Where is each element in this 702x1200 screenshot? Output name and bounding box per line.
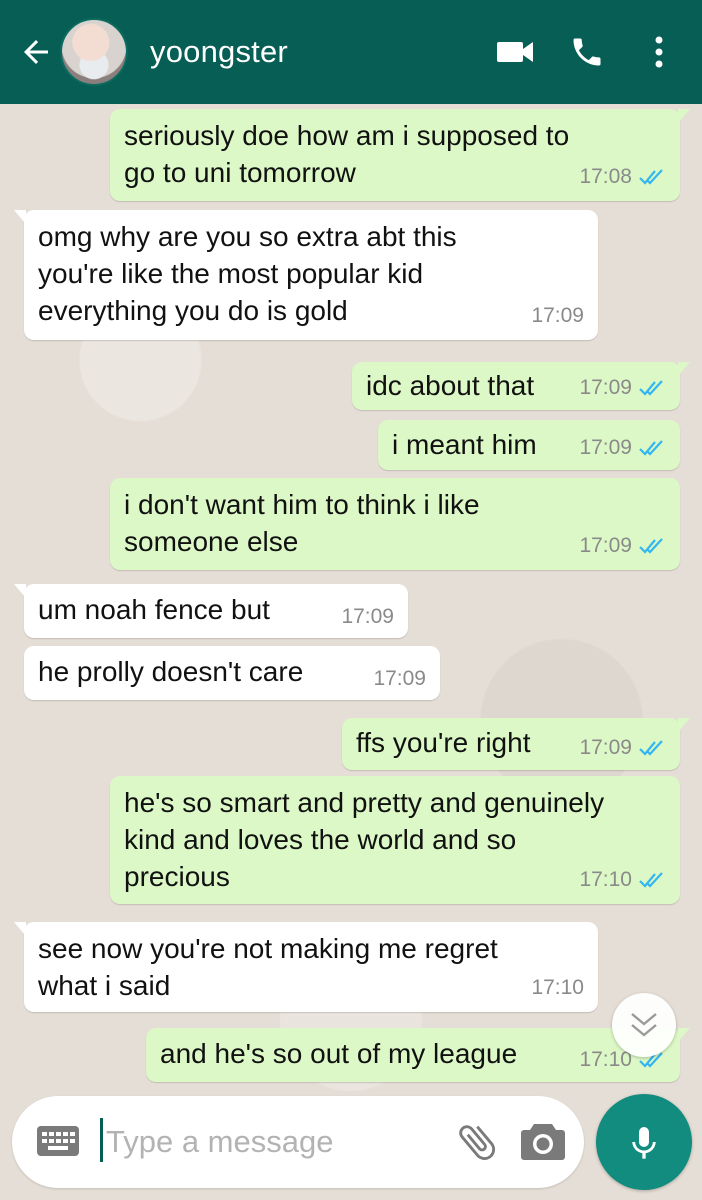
message-text: i meant him [392, 429, 537, 460]
message-text: see now you're not making me regret what… [38, 933, 498, 1001]
message-time: 17:10 [531, 976, 584, 999]
message-bubble-outgoing[interactable]: i meant him 17:09 [378, 420, 680, 470]
mic-button[interactable] [596, 1094, 692, 1190]
message-text: he prolly doesn't care [38, 656, 304, 687]
message-input[interactable]: Type a message [106, 1124, 333, 1160]
message-text: um noah fence but [38, 594, 270, 625]
camera-icon[interactable] [520, 1120, 566, 1167]
chat-header: yoongster [0, 0, 702, 104]
keyboard-icon[interactable] [36, 1124, 80, 1163]
message-text: ffs you're right [356, 727, 531, 758]
scroll-to-bottom-button[interactable] [612, 993, 676, 1057]
message-bubble-outgoing[interactable]: seriously doe how am i supposed to go to… [110, 109, 690, 201]
message-time: 17:09 [373, 667, 426, 690]
message-time: 17:09 [579, 736, 632, 759]
video-call-icon[interactable] [490, 27, 540, 77]
back-arrow-icon[interactable] [14, 30, 58, 74]
message-time: 17:09 [579, 436, 632, 459]
read-receipt-icon [639, 168, 663, 185]
message-time: 17:09 [341, 605, 394, 628]
message-text: seriously doe how am i supposed to go to… [124, 120, 570, 188]
phone-icon[interactable] [562, 27, 612, 77]
read-receipt-icon [639, 537, 663, 554]
text-cursor [100, 1118, 103, 1162]
read-receipt-icon [639, 739, 663, 756]
message-text: omg why are you so extra abt this you're… [38, 221, 457, 326]
read-receipt-icon [639, 439, 663, 456]
message-time: 17:10 [579, 868, 632, 891]
message-bubble-outgoing[interactable]: and he's so out of my league 17:10 [146, 1028, 690, 1082]
more-vert-icon[interactable] [634, 27, 684, 77]
message-time: 17:08 [579, 165, 632, 188]
message-bubble-outgoing[interactable]: i don't want him to think i like someone… [110, 478, 680, 570]
message-list[interactable]: seriously doe how am i supposed to go to… [0, 104, 702, 1094]
contact-name[interactable]: yoongster [150, 34, 490, 70]
mic-icon [632, 1127, 656, 1159]
message-text: idc about that [366, 370, 535, 401]
chevron-double-down-icon [631, 1013, 657, 1037]
message-composer: Type a message [12, 1096, 584, 1188]
read-receipt-icon [639, 871, 663, 888]
message-time: 17:09 [579, 376, 632, 399]
avatar[interactable] [60, 18, 128, 86]
message-text: and he's so out of my league [160, 1038, 518, 1069]
message-text: he's so smart and pretty and genuinely k… [124, 787, 605, 892]
message-bubble-outgoing[interactable]: idc about that 17:09 [352, 362, 690, 410]
message-bubble-incoming[interactable]: um noah fence but 17:09 [14, 584, 408, 638]
message-time: 17:09 [531, 304, 584, 327]
attach-icon[interactable] [454, 1118, 500, 1171]
message-time: 17:09 [579, 534, 632, 557]
message-text: i don't want him to think i like someone… [124, 489, 480, 557]
message-bubble-outgoing[interactable]: ffs you're right 17:09 [342, 718, 690, 770]
message-bubble-incoming[interactable]: see now you're not making me regret what… [14, 922, 598, 1012]
message-bubble-incoming[interactable]: he prolly doesn't care 17:09 [24, 646, 440, 700]
message-bubble-incoming[interactable]: omg why are you so extra abt this you're… [14, 210, 598, 340]
message-bubble-outgoing[interactable]: he's so smart and pretty and genuinely k… [110, 776, 680, 904]
read-receipt-icon [639, 379, 663, 396]
